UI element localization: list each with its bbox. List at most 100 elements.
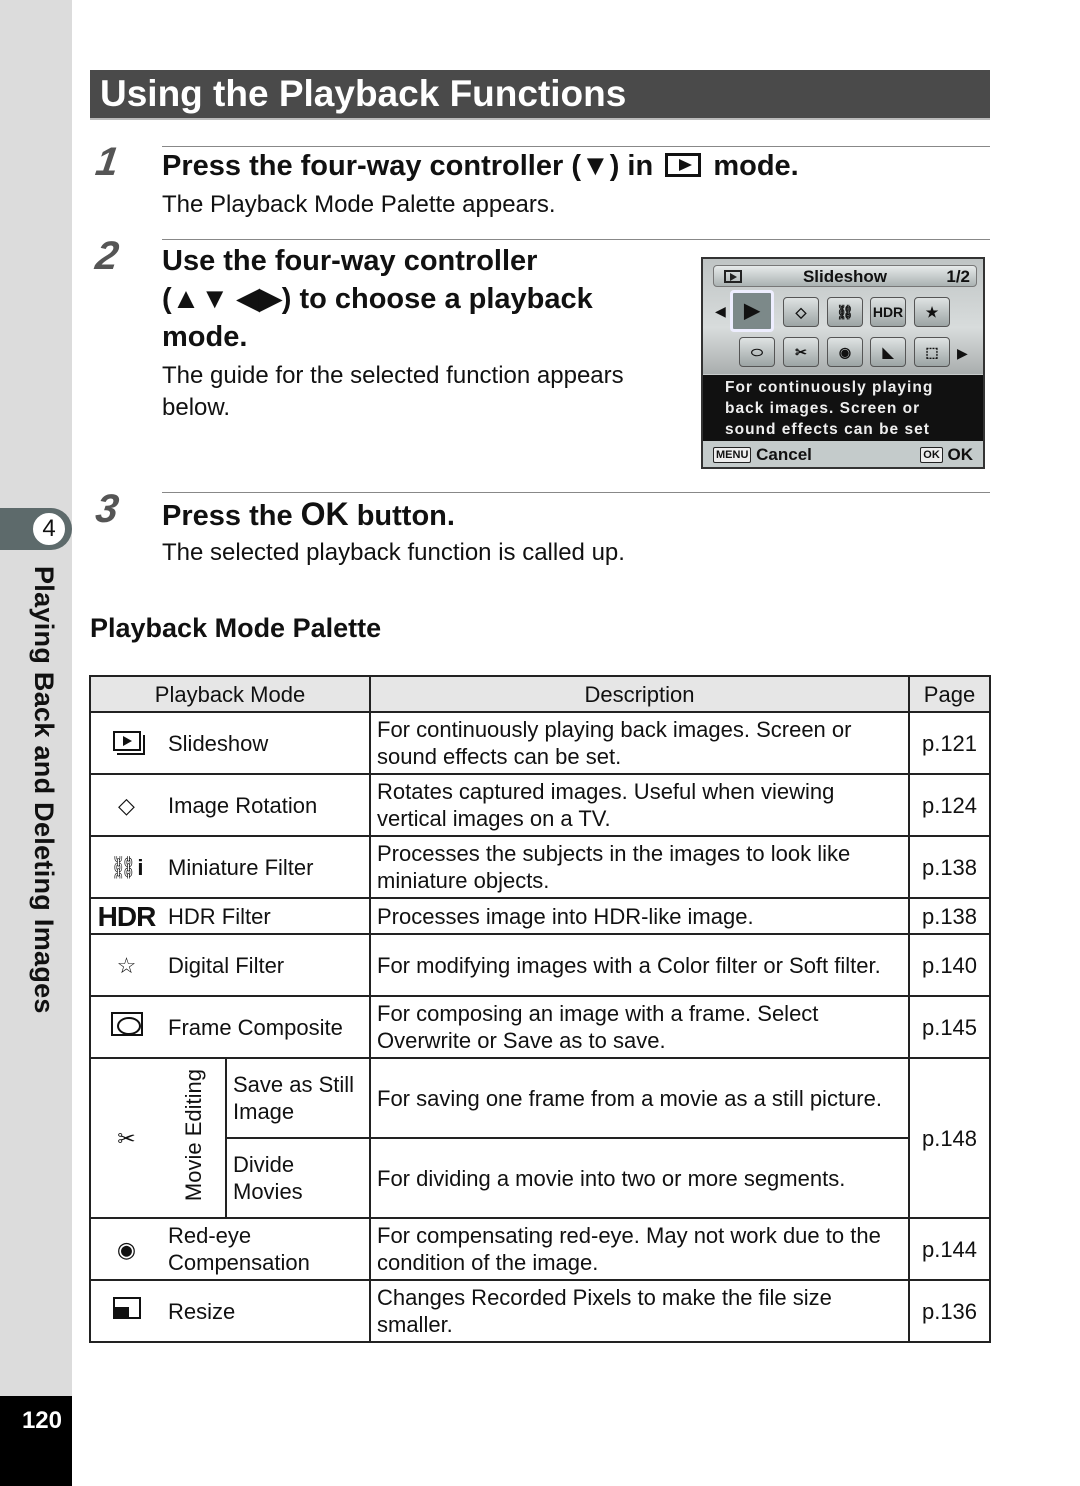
step-number-3: 3 xyxy=(92,487,122,531)
page-reference[interactable]: p.145 xyxy=(908,995,991,1059)
page-reference[interactable]: p.144 xyxy=(908,1217,991,1281)
step-number-2: 2 xyxy=(92,234,122,278)
mode-name: Resize xyxy=(162,1279,371,1343)
mode-name: Divide Movies xyxy=(225,1137,371,1219)
step-3-heading-text: Press the xyxy=(162,500,293,532)
table-row: ⛓i Miniature Filter Processes the subjec… xyxy=(89,835,991,899)
step-1-heading: Press the four-way controller (▼) in mod… xyxy=(162,147,799,185)
mode-description: For composing an image with a frame. Sel… xyxy=(369,995,910,1059)
column-header-mode: Playback Mode xyxy=(89,675,371,713)
image-rotation-icon: ◇ xyxy=(89,773,162,837)
playback-mode-table: Playback Mode Description Page Slideshow… xyxy=(89,675,991,1343)
step-2-body-line: below. xyxy=(162,394,231,421)
column-header-description: Description xyxy=(369,675,910,713)
camera-header: Slideshow 1/2 xyxy=(713,265,977,287)
cancel-label: Cancel xyxy=(756,445,812,464)
movie-editing-icon[interactable]: ✂ xyxy=(783,337,819,367)
step-1-heading-suffix: mode. xyxy=(713,150,799,182)
page-reference[interactable]: p.121 xyxy=(908,711,991,775)
frame-composite-icon[interactable]: ⬭ xyxy=(739,337,775,367)
mode-name: Red-eye Compensation xyxy=(162,1217,371,1281)
step-2-heading-line: mode. xyxy=(162,321,248,353)
step-divider xyxy=(162,239,990,240)
step-2-heading: Use the four-way controller (▲▼ ◀▶) to c… xyxy=(162,242,593,356)
cancel-button[interactable]: MENU Cancel xyxy=(713,445,812,465)
miniature-filter-icon: ⛓i xyxy=(89,835,162,899)
miniature-filter-icon[interactable]: ⛓ xyxy=(827,297,863,327)
mode-name: Digital Filter xyxy=(162,933,371,997)
movie-editing-group-label: Movie Editing xyxy=(162,1057,227,1219)
ok-button[interactable]: OK OK xyxy=(920,445,973,465)
camera-screen: Slideshow 1/2 ◀ ▶ ◇ ⛓ HDR ★ ⬭ ✂ ◉ ◣ ⬚ ▶ … xyxy=(701,257,985,469)
red-eye-icon[interactable]: ◉ xyxy=(827,337,863,367)
step-2-body: The guide for the selected function appe… xyxy=(162,360,624,424)
crop-icon[interactable]: ⬚ xyxy=(914,337,950,367)
digital-filter-icon[interactable]: ★ xyxy=(914,297,950,327)
step-1-body: The Playback Mode Palette appears. xyxy=(162,191,556,218)
slideshow-icon[interactable]: ▶ xyxy=(730,290,774,332)
step-1-heading-text: Press the four-way controller (▼) in xyxy=(162,150,654,182)
mode-description: Processes image into HDR-like image. xyxy=(369,897,910,935)
table-row: HDR HDR Filter Processes image into HDR-… xyxy=(89,897,991,935)
guide-line: sound effects can be set xyxy=(725,421,930,438)
chapter-title: Playing Back and Deleting Images xyxy=(29,566,59,1014)
column-header-page: Page xyxy=(908,675,991,713)
page-reference[interactable]: p.138 xyxy=(908,835,991,899)
resize-icon[interactable]: ◣ xyxy=(870,337,906,367)
page-reference[interactable]: p.136 xyxy=(908,1279,991,1343)
step-2-heading-line: (▲▼ ◀▶) to choose a playback xyxy=(162,283,593,315)
table-row: ◉ Red-eye Compensation For compensating … xyxy=(89,1217,991,1281)
slideshow-icon xyxy=(89,711,162,775)
left-arrow-icon[interactable]: ◀ xyxy=(715,303,726,320)
page-title: Using the Playback Functions xyxy=(100,73,627,114)
page-reference[interactable]: p.138 xyxy=(908,897,991,935)
page-number: 120 xyxy=(21,1407,62,1434)
playback-mode-icon xyxy=(665,153,702,177)
table-row: ◇ Image Rotation Rotates captured images… xyxy=(89,773,991,837)
mode-description: Processes the subjects in the images to … xyxy=(369,835,910,899)
frame-composite-icon xyxy=(89,995,162,1059)
mode-description: Rotates captured images. Useful when vie… xyxy=(369,773,910,837)
step-2-heading-line: Use the four-way controller xyxy=(162,245,538,277)
camera-page-indicator: 1/2 xyxy=(946,267,970,286)
chapter-number: 4 xyxy=(31,511,67,547)
digital-filter-icon: ☆ xyxy=(89,933,162,997)
mode-description: For dividing a movie into two or more se… xyxy=(369,1137,910,1219)
guide-line: back images. Screen or xyxy=(725,400,921,417)
ok-button-label: OK xyxy=(300,496,349,532)
camera-guide-text: For continuously playing back images. Sc… xyxy=(703,375,983,441)
table-row: ☆ Digital Filter For modifying images wi… xyxy=(89,933,991,997)
mode-description: For modifying images with a Color filter… xyxy=(369,933,910,997)
step-3-body: The selected playback function is called… xyxy=(162,539,625,566)
camera-mode-title: Slideshow xyxy=(802,267,888,286)
menu-key-icon: MENU xyxy=(713,447,752,463)
image-rotation-icon[interactable]: ◇ xyxy=(783,297,819,327)
mode-description: Changes Recorded Pixels to make the file… xyxy=(369,1279,910,1343)
mode-name: Image Rotation xyxy=(162,773,371,837)
table-row: ✂ Movie Editing Save as Still Image For … xyxy=(89,1057,991,1219)
mode-name: Miniature Filter xyxy=(162,835,371,899)
step-2-body-line: The guide for the selected function appe… xyxy=(162,362,624,389)
right-arrow-icon[interactable]: ▶ xyxy=(957,345,968,362)
page-reference[interactable]: p.148 xyxy=(908,1057,991,1219)
guide-line: For continuously playing xyxy=(725,379,934,396)
ok-label: OK xyxy=(947,445,974,464)
resize-icon xyxy=(89,1279,162,1343)
section-heading: Playback Mode Palette xyxy=(90,613,382,643)
hdr-filter-icon: HDR xyxy=(89,897,162,935)
table-row: Slideshow For continuously playing back … xyxy=(89,711,991,775)
mode-name: Save as Still Image xyxy=(225,1057,371,1139)
page-reference[interactable]: p.140 xyxy=(908,933,991,997)
mode-name: HDR Filter xyxy=(162,897,371,935)
step-3-heading-suffix: button. xyxy=(356,500,455,532)
table-row: Frame Composite For composing an image w… xyxy=(89,995,991,1059)
camera-footer: MENU Cancel OK OK xyxy=(703,441,983,467)
mode-description: For compensating red-eye. May not work d… xyxy=(369,1217,910,1281)
hdr-filter-icon[interactable]: HDR xyxy=(870,297,906,327)
table-row: Resize Changes Recorded Pixels to make t… xyxy=(89,1279,991,1343)
mode-description: For continuously playing back images. Sc… xyxy=(369,711,910,775)
mode-description: For saving one frame from a movie as a s… xyxy=(369,1057,910,1139)
page-reference[interactable]: p.124 xyxy=(908,773,991,837)
movie-editing-icon: ✂ xyxy=(89,1057,162,1219)
step-number-1: 1 xyxy=(92,140,122,184)
